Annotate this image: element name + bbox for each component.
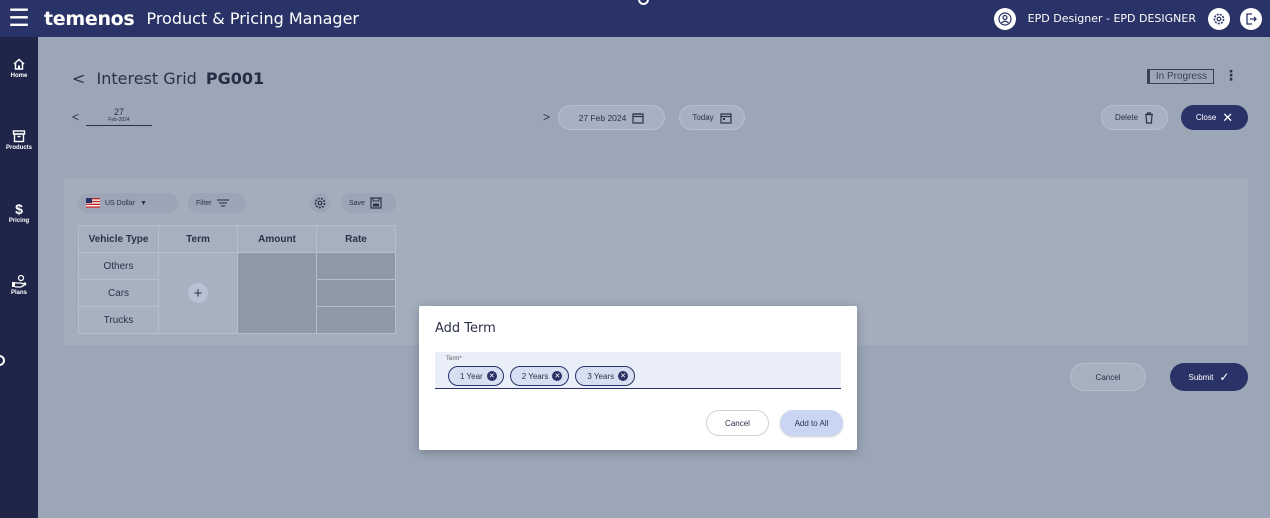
save-label: Save bbox=[349, 199, 365, 207]
dollar-icon: $ bbox=[15, 201, 23, 217]
amount-cell bbox=[237, 252, 317, 334]
date-tab-day: 27 bbox=[113, 107, 124, 117]
sidebar-item-plans[interactable]: Plans bbox=[0, 274, 38, 296]
rate-cell[interactable] bbox=[316, 279, 396, 307]
date-prev-button[interactable]: < bbox=[72, 110, 79, 124]
sidebar-item-label: Products bbox=[5, 145, 32, 151]
page-title-text: Interest Grid bbox=[96, 69, 197, 88]
remove-chip-icon[interactable]: ✕ bbox=[486, 371, 497, 381]
submit-button[interactable]: Submit ✓ bbox=[1170, 363, 1248, 391]
us-flag-icon bbox=[86, 198, 100, 208]
currency-select[interactable]: US Dollar ▼ bbox=[78, 193, 178, 213]
column-header: Vehicle Type bbox=[78, 225, 159, 253]
chip-label: 3 Years bbox=[587, 371, 615, 381]
add-term-dialog: Add Term Term* 1 Year ✕ 2 Years ✕ 3 Year… bbox=[419, 306, 857, 450]
vehicle-type-cell: Trucks bbox=[78, 306, 159, 334]
calendar-today-icon bbox=[720, 112, 732, 124]
save-button[interactable]: Save bbox=[341, 193, 396, 213]
sidebar-item-label: Home bbox=[10, 73, 28, 79]
table-row: Others + bbox=[78, 252, 396, 334]
rate-cell[interactable] bbox=[316, 306, 396, 334]
user-avatar-icon[interactable] bbox=[993, 7, 1016, 30]
remove-chip-icon[interactable]: ✕ bbox=[618, 371, 629, 381]
date-picker-button[interactable]: 27 Feb 2024 bbox=[558, 105, 665, 130]
user-area: EPD Designer - EPD DESIGNER bbox=[993, 0, 1262, 37]
chevron-down-icon: ▼ bbox=[139, 199, 147, 207]
menu-icon[interactable]: ☰ bbox=[0, 0, 38, 37]
column-header: Amount bbox=[237, 225, 317, 253]
archive-icon bbox=[12, 130, 26, 143]
close-icon: ✕ bbox=[1222, 109, 1234, 125]
sidebar-item-label: Plans bbox=[10, 290, 27, 296]
filter-label: Filter bbox=[196, 199, 212, 207]
status-badge: In Progress bbox=[1146, 69, 1214, 84]
close-label: Close bbox=[1195, 113, 1217, 122]
add-term-button[interactable]: + bbox=[188, 283, 208, 303]
vehicle-type-cell: Others bbox=[78, 252, 159, 280]
top-bar: ☰ temenos Product & Pricing Manager EPD … bbox=[0, 0, 1270, 37]
calendar-icon bbox=[632, 112, 644, 124]
trash-icon bbox=[1145, 111, 1154, 124]
vehicle-type-cell: Cars bbox=[78, 279, 159, 307]
today-button[interactable]: Today bbox=[679, 105, 745, 130]
column-header: Rate bbox=[316, 225, 396, 253]
term-chip[interactable]: 1 Year ✕ bbox=[448, 366, 504, 386]
dialog-cancel-button[interactable]: Cancel bbox=[706, 410, 769, 436]
sidebar-item-label: Pricing bbox=[8, 218, 30, 224]
column-header: Term bbox=[158, 225, 238, 253]
date-tab[interactable]: 27 Feb-2024 bbox=[86, 107, 152, 126]
currency-value: US Dollar bbox=[105, 199, 135, 207]
date-next-button[interactable]: > bbox=[543, 110, 550, 124]
delete-button[interactable]: Delete bbox=[1101, 105, 1168, 130]
user-name[interactable]: EPD Designer - EPD DESIGNER bbox=[1028, 12, 1196, 25]
filter-button[interactable]: Filter bbox=[188, 193, 246, 213]
grid-code: PG001 bbox=[205, 69, 265, 88]
submit-label: Submit bbox=[1188, 372, 1214, 382]
home-icon bbox=[13, 58, 25, 70]
dialog-title: Add Term bbox=[435, 321, 496, 336]
interest-grid-table: Vehicle Type Term Amount Rate Others + C… bbox=[78, 225, 396, 334]
floppy-disk-icon bbox=[370, 197, 382, 209]
brand-logo: temenos bbox=[44, 7, 135, 30]
cancel-button[interactable]: Cancel bbox=[1070, 363, 1146, 391]
page-title: < Interest Grid PG001 bbox=[72, 69, 264, 88]
plans-icon bbox=[12, 274, 27, 288]
remove-chip-icon[interactable]: ✕ bbox=[552, 371, 563, 381]
term-field-label: Term* bbox=[446, 356, 462, 362]
check-icon: ✓ bbox=[1219, 370, 1230, 384]
date-picker-value: 27 Feb 2024 bbox=[578, 112, 627, 123]
logout-icon[interactable] bbox=[1240, 7, 1262, 30]
term-chip[interactable]: 3 Years ✕ bbox=[575, 366, 636, 386]
back-button[interactable]: < bbox=[72, 69, 85, 88]
delete-label: Delete bbox=[1114, 113, 1139, 122]
rate-cell[interactable] bbox=[316, 252, 396, 280]
today-label: Today bbox=[692, 113, 714, 122]
settings-gear-icon[interactable] bbox=[1208, 7, 1230, 30]
sidebar-item-pricing[interactable]: $ Pricing bbox=[0, 202, 38, 224]
term-chip-input[interactable]: Term* 1 Year ✕ 2 Years ✕ 3 Years ✕ bbox=[435, 352, 841, 389]
chip-label: 1 Year bbox=[460, 371, 483, 381]
filter-icon bbox=[216, 199, 229, 207]
close-button[interactable]: Close ✕ bbox=[1181, 105, 1248, 130]
term-chip[interactable]: 2 Years ✕ bbox=[509, 366, 570, 386]
chip-label: 2 Years bbox=[521, 371, 549, 381]
term-chips: 1 Year ✕ 2 Years ✕ 3 Years ✕ bbox=[448, 366, 636, 386]
app-title: Product & Pricing Manager bbox=[146, 9, 359, 28]
grid-settings-icon[interactable] bbox=[310, 193, 330, 213]
term-cell: + bbox=[158, 252, 238, 334]
date-tab-month: Feb-2024 bbox=[108, 117, 130, 123]
more-options-icon[interactable]: ⋮ bbox=[1224, 67, 1238, 84]
sidebar-item-home[interactable]: Home bbox=[0, 57, 38, 79]
sidebar: Home Products $ Pricing Plans bbox=[0, 37, 38, 518]
sidebar-item-products[interactable]: Products bbox=[0, 129, 38, 151]
add-to-all-button[interactable]: Add to All bbox=[780, 410, 843, 436]
table-header-row: Vehicle Type Term Amount Rate bbox=[78, 225, 396, 253]
